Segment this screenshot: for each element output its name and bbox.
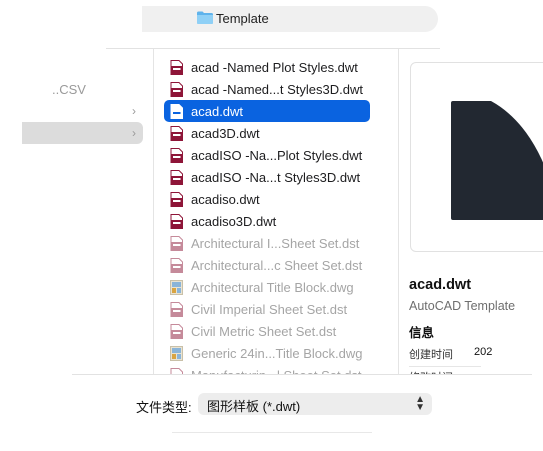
dst-file-icon — [170, 301, 183, 317]
file-name: acadISO -Na...Plot Styles.dwt — [191, 147, 363, 163]
file-name: acad -Named...t Styles3D.dwt — [191, 81, 363, 97]
file-row[interactable]: Generic 24in...Title Block.dwg — [164, 342, 370, 364]
dwg-file-icon — [170, 345, 183, 361]
file-name: Civil Metric Sheet Set.dst — [191, 323, 337, 339]
dwt-preview-graphic — [451, 101, 543, 220]
file-row[interactable]: acad.dwt — [164, 100, 370, 122]
preview-file-name: acad.dwt — [409, 277, 472, 293]
toolbar-divider — [106, 48, 440, 49]
file-name: acadiso3D.dwt — [191, 213, 277, 229]
file-row[interactable]: acadiso3D.dwt — [164, 210, 370, 232]
file-format-label: 文件类型: — [136, 400, 192, 415]
chevron-right-icon[interactable]: › — [132, 126, 136, 140]
dst-file-icon — [170, 323, 183, 339]
chevron-right-icon[interactable]: › — [132, 104, 136, 118]
file-row[interactable]: Manufacturin...l Sheet Set.dst — [164, 364, 370, 374]
bottom-divider — [72, 374, 532, 375]
column-divider[interactable] — [153, 49, 154, 374]
folder-icon — [197, 11, 213, 24]
created-value: 202 — [474, 346, 493, 358]
file-format-select[interactable]: 图形样板 (*.dwt) ▲ ▼ — [198, 393, 432, 415]
updown-chevron-icon: ▲ ▼ — [415, 394, 425, 413]
breadcrumb-folder-name[interactable]: Template — [216, 11, 269, 26]
sidebar-item-csv[interactable]: ..CSV — [52, 82, 86, 97]
dwt-file-icon — [170, 147, 183, 163]
file-row[interactable]: acad -Named Plot Styles.dwt — [164, 56, 370, 78]
file-list[interactable]: acad -Named Plot Styles.dwt acad -Named..… — [164, 56, 370, 374]
file-name: Generic 24in...Title Block.dwg — [191, 345, 363, 361]
dwt-file-icon — [170, 191, 183, 207]
file-name: Architectural Title Block.dwg — [191, 279, 354, 295]
column-divider[interactable] — [398, 49, 399, 374]
file-row[interactable]: acadiso.dwt — [164, 188, 370, 210]
info-divider — [409, 366, 481, 367]
file-name: acadiso.dwt — [191, 191, 260, 207]
file-row[interactable]: acad3D.dwt — [164, 122, 370, 144]
dwt-file-icon — [170, 103, 183, 119]
file-row[interactable]: Civil Imperial Sheet Set.dst — [164, 298, 370, 320]
path-bar — [142, 6, 438, 32]
file-name: Civil Imperial Sheet Set.dst — [191, 301, 348, 317]
file-row[interactable]: acad -Named...t Styles3D.dwt — [164, 78, 370, 100]
file-name: acadISO -Na...t Styles3D.dwt — [191, 169, 361, 185]
file-row[interactable]: Architectural I...Sheet Set.dst — [164, 232, 370, 254]
file-name: acad -Named Plot Styles.dwt — [191, 59, 358, 75]
dwg-file-icon — [170, 279, 183, 295]
file-row[interactable]: Architectural...c Sheet Set.dst — [164, 254, 370, 276]
dwt-file-icon — [170, 59, 183, 75]
dst-file-icon — [170, 257, 183, 273]
bottom-line — [172, 432, 372, 433]
file-name: Architectural I...Sheet Set.dst — [191, 235, 360, 251]
file-format-value: 图形样板 (*.dwt) — [207, 399, 301, 414]
dwt-file-icon — [170, 125, 183, 141]
file-row[interactable]: acadISO -Na...Plot Styles.dwt — [164, 144, 370, 166]
dwt-file-icon — [170, 169, 183, 185]
dwt-file-icon — [170, 81, 183, 97]
dst-file-icon — [170, 235, 183, 251]
file-name: Architectural...c Sheet Set.dst — [191, 257, 363, 273]
preview-file-kind: AutoCAD Template — [409, 299, 516, 313]
file-row[interactable]: Architectural Title Block.dwg — [164, 276, 370, 298]
file-row[interactable]: Civil Metric Sheet Set.dst — [164, 320, 370, 342]
info-heading: 信息 — [409, 326, 435, 340]
file-row[interactable]: acadISO -Na...t Styles3D.dwt — [164, 166, 370, 188]
file-name: acad.dwt — [191, 103, 244, 119]
created-label: 创建时间 — [409, 349, 453, 361]
preview-thumbnail — [410, 62, 543, 252]
dwt-file-icon — [170, 213, 183, 229]
file-name: acad3D.dwt — [191, 125, 260, 141]
sidebar-item-selected[interactable] — [22, 122, 143, 144]
